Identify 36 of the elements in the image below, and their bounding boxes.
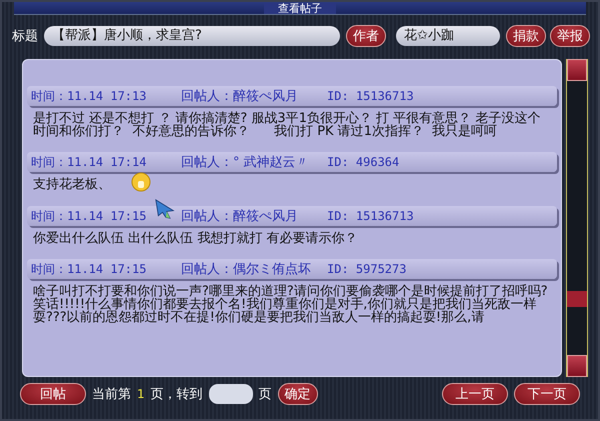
- post-author: 回帖人：° 武神赵云〃: [181, 154, 310, 171]
- post-time: 时间：11.14 17:15: [31, 260, 148, 278]
- scrollbar[interactable]: [566, 59, 588, 377]
- author-field: 花✩小跏: [396, 26, 500, 46]
- post-author: 回帖人：醉筱ぺ风月: [181, 88, 299, 105]
- previous-page-button[interactable]: 上一页: [442, 383, 508, 405]
- donate-button[interactable]: 捐款: [506, 25, 546, 47]
- post-id: ID: 5975273: [327, 262, 406, 276]
- post-text: 是打不过 还是不想打 ？ 请你搞清楚? 服战3平1负很开心？ 打 平很有意思？ 老子没这个时间和你们打？ 不好意思的告诉你？ 我们打 PK 请过1次指挥？ 我只是呵呵: [33, 112, 542, 138]
- post-id: ID: 15136713: [327, 89, 414, 103]
- post-id: ID: 496364: [327, 155, 400, 169]
- confirm-button[interactable]: 确定: [278, 383, 318, 405]
- title-label: 标题: [12, 28, 38, 45]
- post-time: 时间：11.14 17:13: [31, 88, 148, 104]
- next-page-button[interactable]: 下一页: [514, 383, 580, 405]
- post-author: 回帖人：偶尔ミ侑点坏: [181, 261, 312, 278]
- post-time: 时间：11.14 17:15: [31, 208, 148, 224]
- page-input[interactable]: [208, 384, 253, 404]
- page-label: 当前第: [92, 386, 131, 403]
- post-time: 时间：11.14 17:14: [31, 154, 148, 170]
- post-text: 你爱出什么队伍 出什么队伍 我想打就打 有必要请示你？: [33, 232, 358, 245]
- post-text: 支持花老板、: [33, 178, 111, 191]
- page-number: 1: [137, 387, 145, 401]
- post-author: 回帖人：醉筱ぺ风月: [181, 208, 299, 225]
- window-title: 查看帖子: [264, 3, 336, 14]
- page-unit-label: 页: [258, 386, 272, 403]
- scroll-down-button[interactable]: [567, 355, 587, 377]
- scroll-up-button[interactable]: [567, 59, 587, 81]
- goto-label: 页，转到: [150, 386, 203, 403]
- author-button[interactable]: 作者: [346, 25, 386, 47]
- scroll-thumb[interactable]: [567, 291, 587, 307]
- reply-button[interactable]: 回帖: [20, 383, 86, 405]
- post-id: ID: 15136713: [327, 209, 414, 223]
- report-button[interactable]: 举报: [550, 25, 590, 47]
- post-text: 啥子叫打不打要和你们说一声?哪里来的道理?请问你们要偷袭哪个是时候提前打了招呼吗?笑话!!!!!什么事情你们都要去报个名!我们尊重你们是对手,你们就只是把我们当死敌一样耍???以前的恩怨都过时不在提!你们硬是要把我们当敌人一样的搞起耍!那么,请: [33, 285, 549, 324]
- title-field: 【帮派】唐小顺，求皇宫?: [44, 26, 340, 46]
